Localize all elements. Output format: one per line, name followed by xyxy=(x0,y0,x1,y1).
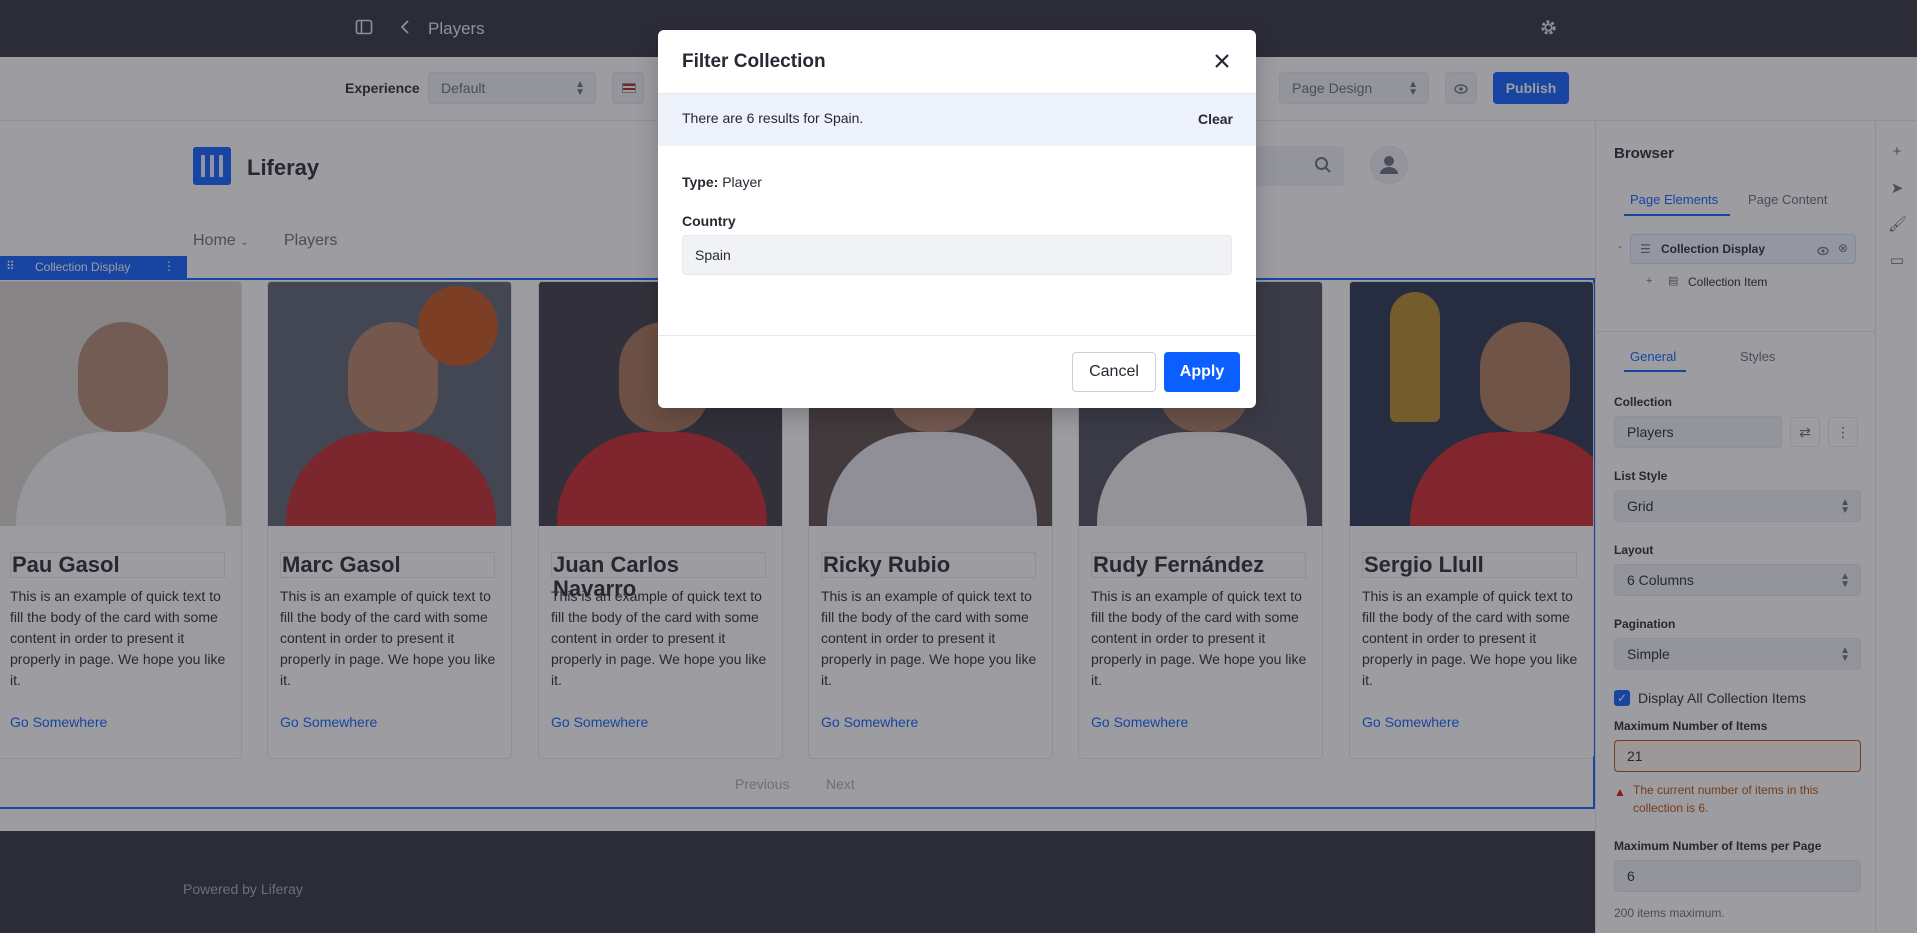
type-value: Player xyxy=(722,174,762,190)
type-row: Type: Player xyxy=(682,174,762,190)
results-message: There are 6 results for Spain. xyxy=(682,110,864,126)
apply-button[interactable]: Apply xyxy=(1164,352,1240,392)
filter-collection-modal: Filter Collection There are 6 results fo… xyxy=(658,30,1256,408)
country-input[interactable]: Spain xyxy=(682,235,1232,275)
type-label: Type: xyxy=(682,174,719,190)
modal-title: Filter Collection xyxy=(682,51,826,72)
clear-filter-button[interactable]: Clear xyxy=(1198,111,1233,127)
divider xyxy=(658,335,1256,336)
close-button[interactable] xyxy=(1210,50,1234,74)
close-icon xyxy=(1215,53,1229,68)
country-label: Country xyxy=(682,213,736,229)
cancel-button[interactable]: Cancel xyxy=(1072,352,1156,392)
results-info-bar: There are 6 results for Spain. Clear xyxy=(658,94,1256,146)
